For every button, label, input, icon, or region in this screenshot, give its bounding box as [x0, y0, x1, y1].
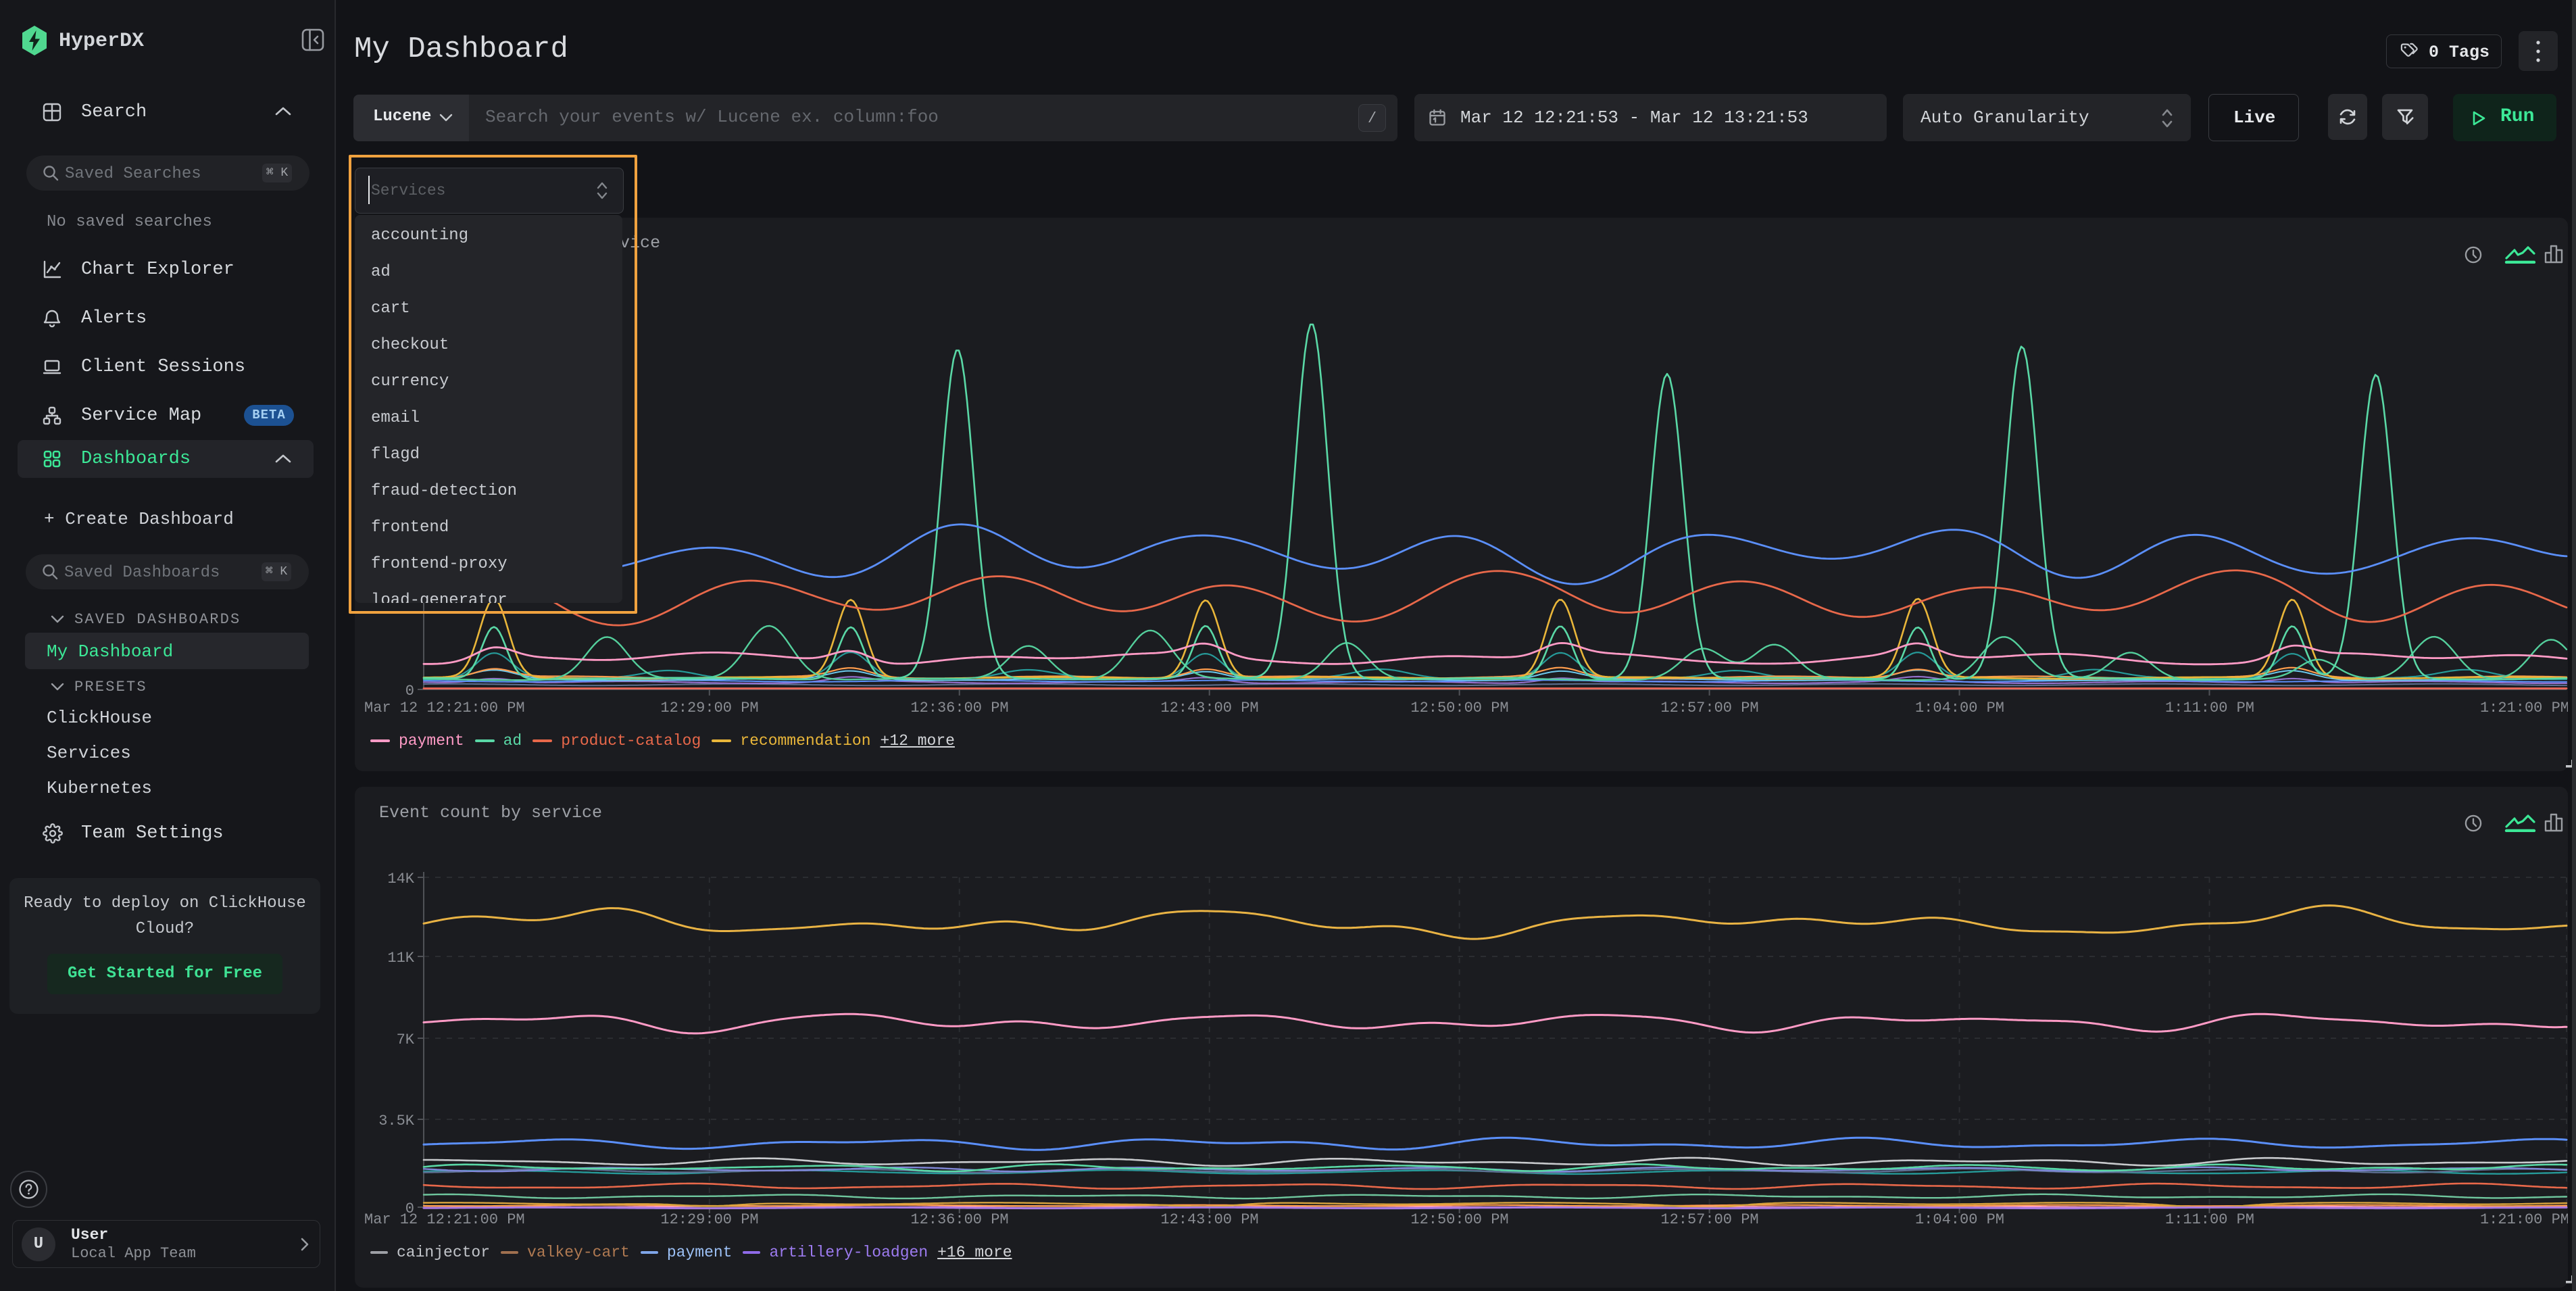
svg-text:12:29:00 PM: 12:29:00 PM	[660, 1211, 758, 1228]
svg-text:1:04:00 PM: 1:04:00 PM	[1915, 700, 2004, 716]
svg-text:3.5K: 3.5K	[378, 1113, 415, 1129]
svg-text:7K: 7K	[397, 1031, 415, 1048]
svg-text:12:43:00 PM: 12:43:00 PM	[1160, 1211, 1258, 1228]
svg-text:Mar 12 12:21:00 PM: Mar 12 12:21:00 PM	[364, 1211, 525, 1228]
svg-text:12:50:00 PM: 12:50:00 PM	[1410, 1211, 1508, 1228]
svg-text:12:57:00 PM: 12:57:00 PM	[1660, 1211, 1758, 1228]
svg-text:Mar 12 12:21:00 PM: Mar 12 12:21:00 PM	[364, 700, 525, 716]
svg-text:1:11:00 PM: 1:11:00 PM	[2165, 1211, 2254, 1228]
svg-text:11K: 11K	[387, 950, 414, 967]
svg-text:12:36:00 PM: 12:36:00 PM	[910, 1211, 1008, 1228]
svg-text:1:04:00 PM: 1:04:00 PM	[1915, 1211, 2004, 1228]
svg-text:12:36:00 PM: 12:36:00 PM	[910, 700, 1008, 716]
svg-text:14K: 14K	[387, 871, 414, 887]
svg-text:12:43:00 PM: 12:43:00 PM	[1160, 700, 1258, 716]
svg-text:12:57:00 PM: 12:57:00 PM	[1660, 700, 1758, 716]
svg-text:1:11:00 PM: 1:11:00 PM	[2165, 700, 2254, 716]
svg-text:1:21:00 PM: 1:21:00 PM	[2480, 1211, 2568, 1228]
svg-text:1:21:00 PM: 1:21:00 PM	[2480, 700, 2568, 716]
svg-text:0: 0	[405, 683, 414, 700]
svg-text:12:29:00 PM: 12:29:00 PM	[660, 700, 758, 716]
svg-text:12:50:00 PM: 12:50:00 PM	[1410, 700, 1508, 716]
